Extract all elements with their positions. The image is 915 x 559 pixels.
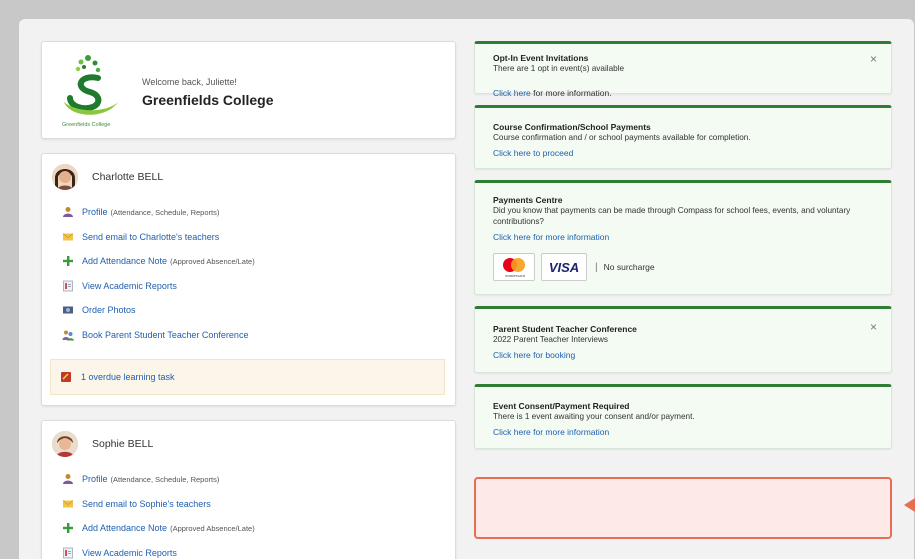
email-icon <box>62 498 74 510</box>
notice-link[interactable]: Click here for booking <box>493 350 575 360</box>
notice-title: Payments Centre <box>493 195 563 205</box>
view-academic-reports-link[interactable]: View Academic Reports <box>62 541 455 559</box>
avatar <box>52 431 78 457</box>
notice-title: Parent Student Teacher Conference <box>493 324 637 334</box>
link-label[interactable]: View Academic Reports <box>82 548 177 558</box>
student-links: Profile (Attendance, Schedule, Reports) … <box>42 465 455 559</box>
email-icon <box>62 231 74 243</box>
notice-body: Course confirmation and / or school paym… <box>493 133 751 142</box>
link-label[interactable]: Add Attendance Note <box>82 256 167 266</box>
link-note: (Approved Absence/Late) <box>170 256 255 266</box>
notice-parent-teacher-conference: × Parent Student Teacher Conference 2022… <box>474 306 892 373</box>
school-card: Greenfields College Welcome back, Juliet… <box>41 41 456 139</box>
school-logo: Greenfields College <box>62 55 118 128</box>
add-attendance-note-link[interactable]: Add Attendance Note (Approved Absence/La… <box>62 516 455 541</box>
notice-title: Course Confirmation/School Payments <box>493 122 651 132</box>
visa-logo: VISA <box>541 253 587 281</box>
pointer-arrow-icon <box>904 498 915 512</box>
link-label[interactable]: Add Attendance Note <box>82 523 167 533</box>
overdue-task-link[interactable]: 1 overdue learning task <box>81 372 175 382</box>
overdue-task-banner[interactable]: 1 overdue learning task <box>50 359 445 395</box>
profile-link[interactable]: Profile (Attendance, Schedule, Reports) <box>62 200 455 225</box>
student-card-charlotte: Charlotte BELL Profile (Attendance, Sche… <box>41 153 456 406</box>
add-attendance-note-link[interactable]: Add Attendance Note (Approved Absence/La… <box>62 249 455 274</box>
student-header: Charlotte BELL <box>42 154 455 198</box>
student-name: Charlotte BELL <box>92 171 164 183</box>
report-icon <box>62 280 74 292</box>
task-icon <box>60 371 72 383</box>
notice-title: Event Consent/Payment Required <box>493 401 630 411</box>
notice-event-consent: Event Consent/Payment Required There is … <box>474 384 892 449</box>
notice-link[interactable]: Click here to proceed <box>493 148 573 158</box>
link-note: (Attendance, Schedule, Reports) <box>110 207 220 217</box>
surcharge-text: No surcharge <box>603 262 655 272</box>
logo-caption: Greenfields College <box>62 122 110 128</box>
profile-link[interactable]: Profile (Attendance, Schedule, Reports) <box>62 467 455 492</box>
view-academic-reports-link[interactable]: View Academic Reports <box>62 274 455 299</box>
notice-payments-centre: Payments Centre Did you know that paymen… <box>474 180 892 295</box>
left-column: Greenfields College Welcome back, Juliet… <box>41 41 456 559</box>
order-photos-link[interactable]: Order Photos <box>62 298 455 323</box>
link-note: (Approved Absence/Late) <box>170 523 255 533</box>
student-card-sophie: Sophie BELL Profile (Attendance, Schedul… <box>41 420 456 559</box>
email-teachers-link[interactable]: Send email to Charlotte's teachers <box>62 225 455 250</box>
student-header: Sophie BELL <box>42 421 455 465</box>
payment-methods: mastercard VISA | No surcharge <box>493 253 877 281</box>
close-icon[interactable]: × <box>870 320 877 334</box>
link-label[interactable]: Send email to Sophie's teachers <box>82 499 211 509</box>
link-label[interactable]: Book Parent Student Teacher Conference <box>82 330 248 340</box>
school-name: Greenfields College <box>142 92 274 108</box>
notices-column: × Opt-In Event Invitations There are 1 o… <box>474 41 892 460</box>
close-icon[interactable]: × <box>870 52 877 66</box>
plus-icon <box>62 522 74 534</box>
link-label[interactable]: Profile <box>82 207 108 217</box>
student-links: Profile (Attendance, Schedule, Reports) … <box>42 198 455 353</box>
book-conference-link[interactable]: Book Parent Student Teacher Conference <box>62 323 455 348</box>
report-icon <box>62 547 74 559</box>
dashboard-frame: Greenfields College Welcome back, Juliet… <box>19 19 914 559</box>
conference-icon <box>62 329 74 341</box>
profile-icon <box>62 473 74 485</box>
notice-link-suffix: for more information. <box>530 88 612 98</box>
link-label[interactable]: Order Photos <box>82 305 136 315</box>
avatar <box>52 164 78 190</box>
profile-icon <box>62 206 74 218</box>
link-label[interactable]: View Academic Reports <box>82 281 177 291</box>
notice-link[interactable]: Click here <box>493 88 531 98</box>
notice-link[interactable]: Click here for more information <box>493 427 609 437</box>
notice-body: There is 1 event awaiting your consent a… <box>493 412 695 421</box>
welcome-text: Welcome back, Juliette! <box>142 77 237 87</box>
notice-opt-in-events: × Opt-In Event Invitations There are 1 o… <box>474 41 892 98</box>
student-name: Sophie BELL <box>92 438 154 450</box>
notice-body: There are 1 opt in event(s) available <box>493 64 625 73</box>
link-label[interactable]: Profile <box>82 474 108 484</box>
notice-body: Did you know that payments can be made t… <box>493 206 851 226</box>
separator: | <box>595 261 598 273</box>
mastercard-caption: mastercard <box>505 273 525 278</box>
link-note: (Attendance, Schedule, Reports) <box>110 474 220 484</box>
highlighted-empty-notice <box>474 477 892 539</box>
notice-title: Opt-In Event Invitations <box>493 53 589 63</box>
link-label[interactable]: Send email to Charlotte's teachers <box>82 232 219 242</box>
notice-course-confirmation: Course Confirmation/School Payments Cour… <box>474 105 892 169</box>
email-teachers-link[interactable]: Send email to Sophie's teachers <box>62 492 455 517</box>
mastercard-logo: mastercard <box>493 253 535 281</box>
plus-icon <box>62 255 74 267</box>
notice-link[interactable]: Click here for more information <box>493 232 609 242</box>
photo-icon <box>62 304 74 316</box>
notice-body: 2022 Parent Teacher Interviews <box>493 335 608 344</box>
